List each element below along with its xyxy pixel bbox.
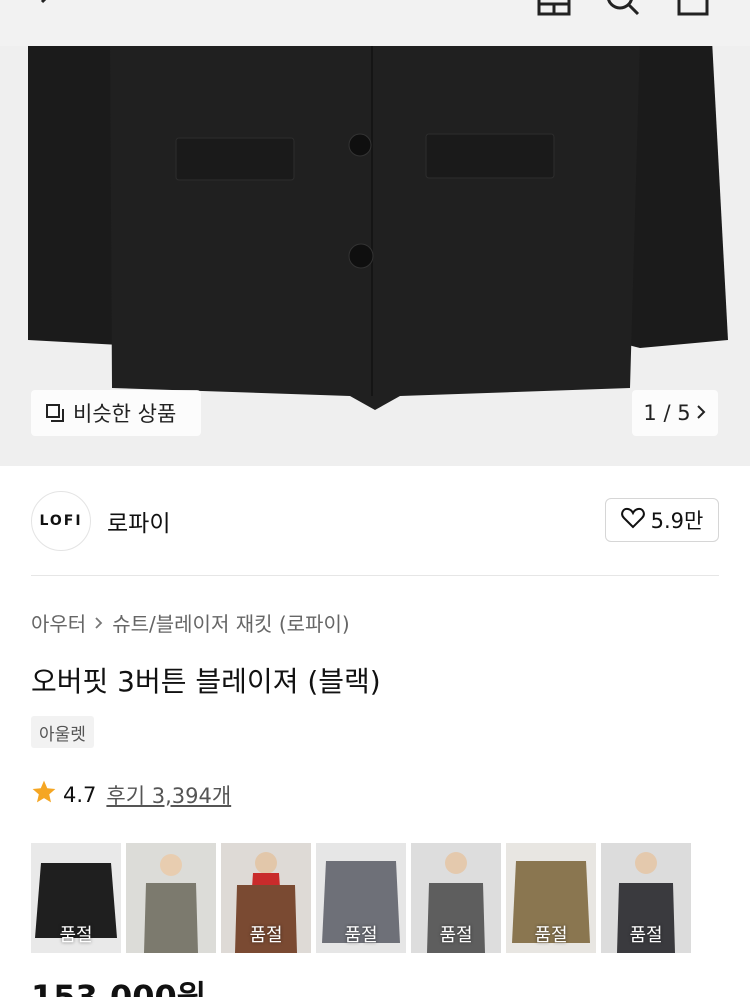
top-nav-bar bbox=[0, 0, 750, 46]
color-options: 품절 품절 품절 품절 품절 품절 bbox=[31, 843, 691, 953]
color-option-thumb[interactable]: 품절 bbox=[31, 843, 121, 953]
color-option-thumb[interactable]: 품절 bbox=[221, 843, 311, 953]
rating-value: 4.7 bbox=[63, 782, 97, 807]
similar-products-label: 비슷한 상품 bbox=[73, 402, 177, 426]
reviews-link[interactable]: 후기 3,394개 bbox=[106, 780, 231, 810]
soldout-label: 품절 bbox=[344, 925, 378, 946]
breadcrumb-item-category[interactable]: 슈트/블레이저 재킷 (로파이) bbox=[112, 608, 349, 637]
brand-logo-text: LOFI bbox=[39, 513, 83, 529]
color-option-thumb[interactable]: 품절 bbox=[506, 843, 596, 953]
color-option-thumb[interactable]: 품절 bbox=[601, 843, 691, 953]
soldout-label: 품절 bbox=[534, 925, 568, 946]
product-title: 오버핏 3버튼 블레이져 (블랙) bbox=[31, 665, 381, 698]
color-option-thumb[interactable]: 품절 bbox=[411, 843, 501, 953]
divider bbox=[31, 575, 719, 576]
outlet-tag-label: 아울렛 bbox=[39, 724, 86, 745]
heart-icon bbox=[620, 507, 645, 534]
soldout-label: 품절 bbox=[629, 925, 663, 946]
brand-name[interactable]: 로파이 bbox=[107, 504, 170, 538]
breadcrumb: 아우터 슈트/블레이저 재킷 (로파이) bbox=[31, 608, 350, 637]
soldout-label: 품절 bbox=[249, 925, 283, 946]
star-icon bbox=[31, 779, 57, 810]
like-count: 5.9만 bbox=[650, 509, 704, 533]
soldout-label: 품절 bbox=[59, 925, 93, 946]
pager-text: 1 / 5 bbox=[643, 401, 691, 425]
brand-row: LOFI 로파이 5.9만 bbox=[31, 490, 719, 552]
chevron-right-icon bbox=[695, 401, 707, 425]
rating-row: 4.7 후기 3,394개 bbox=[31, 779, 231, 810]
like-button[interactable]: 5.9만 bbox=[605, 498, 719, 542]
cart-icon[interactable] bbox=[675, 0, 709, 16]
breadcrumb-item-outer[interactable]: 아우터 bbox=[31, 608, 86, 637]
color-option-thumb[interactable]: 품절 bbox=[316, 843, 406, 953]
brand-logo[interactable]: LOFI bbox=[31, 491, 91, 551]
similar-products-button[interactable]: 비슷한 상품 bbox=[31, 390, 201, 436]
color-option-thumb[interactable] bbox=[126, 843, 216, 953]
search-icon[interactable] bbox=[604, 0, 640, 16]
back-icon[interactable] bbox=[34, 0, 68, 16]
store-icon[interactable] bbox=[535, 0, 571, 16]
product-price: 153,000원 bbox=[31, 978, 207, 997]
product-image[interactable]: 비슷한 상품 1 / 5 bbox=[0, 0, 750, 466]
chevron-right-icon bbox=[94, 611, 104, 635]
image-pager[interactable]: 1 / 5 bbox=[632, 390, 718, 436]
outlet-tag: 아울렛 bbox=[31, 716, 94, 748]
soldout-label: 품절 bbox=[439, 925, 473, 946]
similar-icon bbox=[45, 403, 65, 423]
